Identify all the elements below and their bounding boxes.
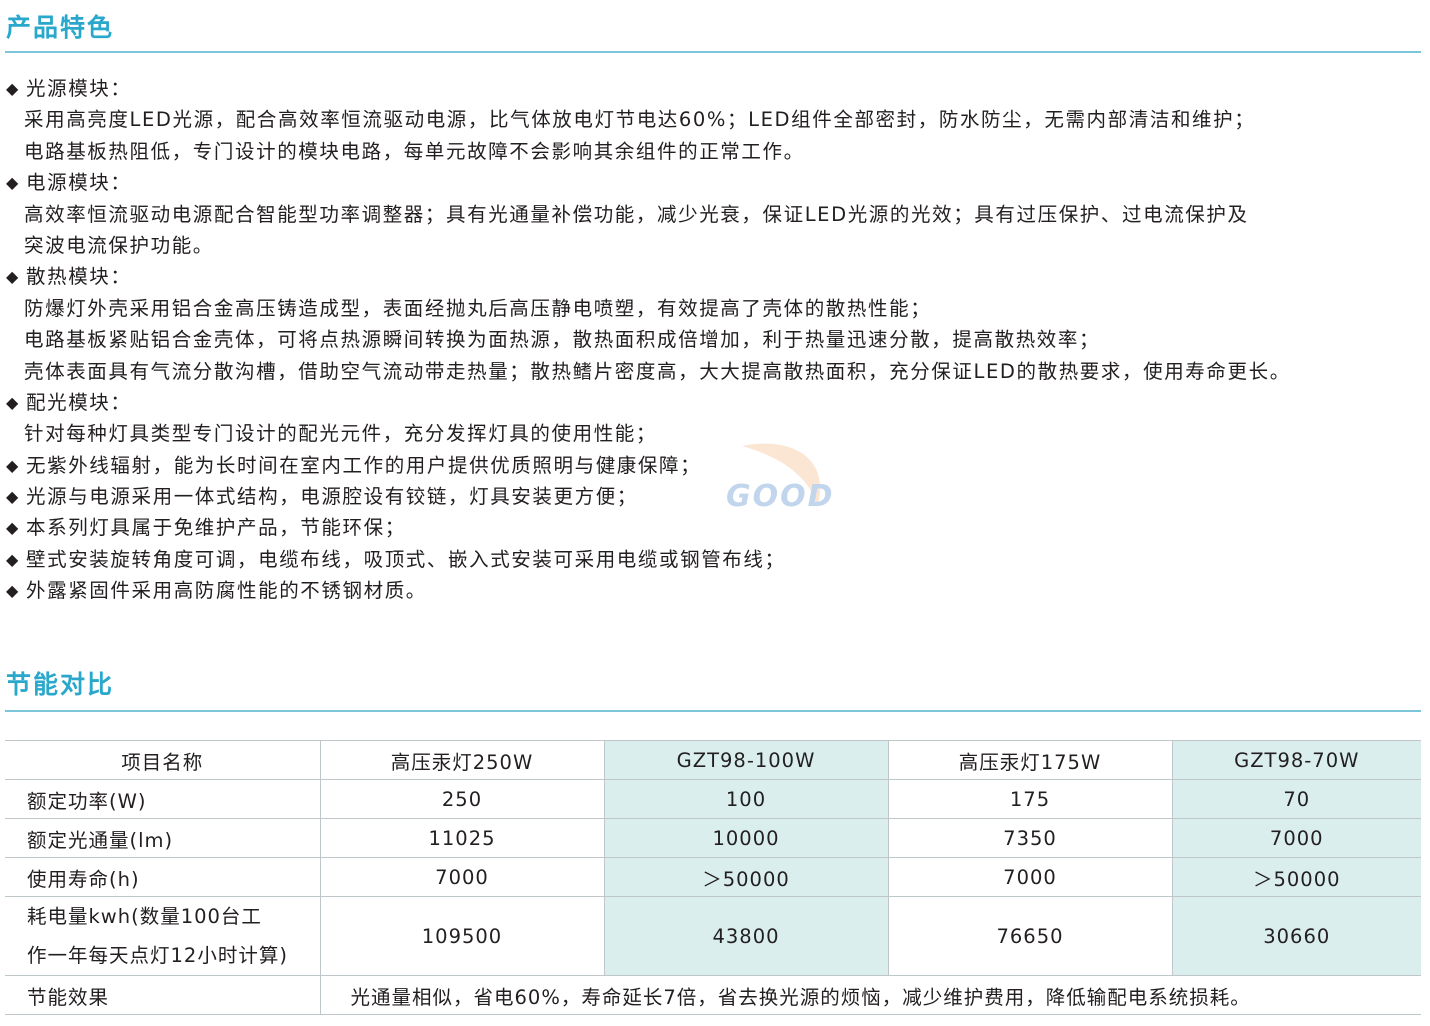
table-cell: 70 (1171, 779, 1421, 819)
feature-text: 针对每种灯具类型专门设计的配光元件，充分发挥灯具的使用性能； (24, 422, 658, 446)
feature-text: 无紫外线辐射，能为长时间在室内工作的用户提供优质照明与健康保障； (26, 453, 702, 477)
header-cell: GZT98-100W (603, 740, 888, 780)
feature-line: 高效率恒流驱动电源配合智能型功率调整器；具有光通量补偿功能，减少光衰，保证LED… (6, 199, 1416, 230)
header-cell: 高压汞灯250W (319, 740, 604, 780)
diamond-bullet-icon: ◆ (6, 581, 20, 601)
row-label: 使用寿命(h) (5, 857, 320, 897)
comparison-table: 项目名称 高压汞灯250W GZT98-100W 高压汞灯175W GZT98-… (5, 740, 1421, 1015)
table-row: 耗电量kwh(数量100台工 作一年每天点灯12小时计算) 109500 438… (5, 896, 1421, 976)
comparison-title: 节能对比 (6, 670, 115, 699)
feature-line: 电路基板热阻低，专门设计的模块电路，每单元故障不会影响其余组件的正常工作。 (6, 136, 1416, 167)
table-cell: 7350 (887, 818, 1172, 858)
feature-line: ◆ 散热模块： (6, 261, 1416, 292)
diamond-bullet-icon: ◆ (6, 79, 20, 98)
feature-text: 电路基板紧贴铝合金壳体，可将点热源瞬间转换为面热源，散热面积成倍增加，利于热量迅… (24, 328, 1101, 352)
table-header-row: 项目名称 高压汞灯250W GZT98-100W 高压汞灯175W GZT98-… (5, 740, 1421, 780)
feature-text: 电路基板热阻低，专门设计的模块电路，每单元故障不会影响其余组件的正常工作。 (24, 139, 805, 163)
feature-text: 电源模块： (26, 171, 132, 195)
feature-line: ◆ 光源模块： (6, 73, 1416, 104)
row-label-line: 耗电量kwh(数量100台工 (27, 905, 262, 928)
feature-line: ◆ 电源模块： (6, 167, 1416, 198)
feature-line: ◆ 本系列灯具属于免维护产品，节能环保； (6, 512, 1416, 543)
feature-text: 壁式安装旋转角度可调，电缆布线，吸顶式、嵌入式安装可采用电缆或钢管布线； (26, 547, 786, 571)
table-cell: 7000 (887, 857, 1172, 897)
feature-line: 采用高亮度LED光源，配合高效率恒流驱动电源，比气体放电灯节电达60%；LED组… (6, 104, 1416, 135)
feature-line: 壳体表面具有气流分散沟槽，借助空气流动带走热量；散热鳍片密度高，大大提高散热面积… (6, 356, 1416, 387)
feature-line: 电路基板紧贴铝合金壳体，可将点热源瞬间转换为面热源，散热面积成倍增加，利于热量迅… (6, 324, 1416, 355)
feature-text: 散热模块： (26, 265, 132, 289)
feature-text: 配光模块： (26, 390, 132, 414)
diamond-bullet-icon: ◆ (6, 487, 20, 507)
feature-text: 防爆灯外壳采用铝合金高压铸造成型，表面经抛丸后高压静电喷塑，有效提高了壳体的散热… (24, 296, 932, 320)
effect-summary: 光通量相似，省电60%，寿命延长7倍，省去换光源的烦恼，减少维护费用，降低输配电… (319, 975, 1421, 1015)
watermark-text: GOOD (726, 479, 835, 514)
comparison-divider (5, 710, 1421, 712)
table-cell: 250 (319, 779, 604, 819)
features-divider (5, 51, 1421, 53)
feature-line: 防爆灯外壳采用铝合金高压铸造成型，表面经抛丸后高压静电喷塑，有效提高了壳体的散热… (6, 293, 1416, 324)
table-row: 额定功率(W) 250 100 175 70 (5, 779, 1421, 819)
row-label: 额定光通量(lm) (5, 818, 320, 858)
table-cell: 109500 (319, 896, 604, 976)
table-cell: 11025 (319, 818, 604, 858)
feature-line: ◆ 外露紧固件采用高防腐性能的不锈钢材质。 (6, 575, 1416, 606)
features-title: 产品特色 (6, 13, 115, 42)
feature-line: ◆ 光源与电源采用一体式结构，电源腔设有铰链，灯具安装更方便； (6, 481, 1416, 512)
feature-line: ◆ 壁式安装旋转角度可调，电缆布线，吸顶式、嵌入式安装可采用电缆或钢管布线； (6, 544, 1416, 575)
table-cell: 175 (887, 779, 1172, 819)
table-cell: ＞50000 (1171, 857, 1421, 897)
table-row: 节能效果 光通量相似，省电60%，寿命延长7倍，省去换光源的烦恼，减少维护费用，… (5, 975, 1421, 1015)
row-label: 耗电量kwh(数量100台工 作一年每天点灯12小时计算) (5, 896, 320, 976)
feature-text: 光源模块： (26, 77, 132, 100)
table-cell: 7000 (1171, 818, 1421, 858)
good-watermark-logo: GOOD (726, 443, 835, 514)
diamond-bullet-icon: ◆ (6, 518, 20, 538)
feature-list: ◆ 光源模块： 采用高亮度LED光源，配合高效率恒流驱动电源，比气体放电灯节电达6… (6, 73, 1416, 607)
row-label: 节能效果 (5, 975, 320, 1015)
diamond-bullet-icon: ◆ (6, 455, 20, 475)
diamond-bullet-icon: ◆ (6, 173, 20, 193)
table-cell: 76650 (887, 896, 1172, 976)
feature-text: 突波电流保护功能。 (24, 233, 214, 257)
table-cell: 30660 (1171, 896, 1421, 976)
diamond-bullet-icon: ◆ (6, 549, 20, 569)
feature-text: 采用高亮度LED光源，配合高效率恒流驱动电源，比气体放电灯节电达60%；LED组… (24, 108, 1256, 132)
table-cell: 7000 (319, 857, 604, 897)
feature-text: 高效率恒流驱动电源配合智能型功率调整器；具有光通量补偿功能，减少光衰，保证LED… (24, 202, 1249, 226)
table-cell: 10000 (603, 818, 888, 858)
feature-line: ◆ 配光模块： (6, 387, 1416, 418)
header-cell: 高压汞灯175W (887, 740, 1172, 780)
table-cell: 43800 (603, 896, 888, 976)
feature-text: 壳体表面具有气流分散沟槽，借助空气流动带走热量；散热鳍片密度高，大大提高散热面积… (24, 359, 1291, 383)
header-cell: GZT98-70W (1171, 740, 1421, 780)
table-row: 使用寿命(h) 7000 ＞50000 7000 ＞50000 (5, 857, 1421, 897)
feature-text: 本系列灯具属于免维护产品，节能环保； (26, 516, 406, 540)
feature-line: 针对每种灯具类型专门设计的配光元件，充分发挥灯具的使用性能； (6, 418, 1416, 449)
table-row: 额定光通量(lm) 11025 10000 7350 7000 (5, 818, 1421, 858)
feature-text: 光源与电源采用一体式结构，电源腔设有铰链，灯具安装更方便； (26, 485, 638, 509)
diamond-bullet-icon: ◆ (6, 392, 20, 412)
diamond-bullet-icon: ◆ (6, 267, 20, 287)
feature-text: 外露紧固件采用高防腐性能的不锈钢材质。 (26, 579, 427, 603)
row-label-line: 作一年每天点灯12小时计算) (27, 944, 288, 967)
header-cell: 项目名称 (5, 740, 320, 780)
row-label: 额定功率(W) (5, 779, 320, 819)
feature-line: 突波电流保护功能。 (6, 230, 1416, 261)
table-cell: 100 (603, 779, 888, 819)
table-cell: ＞50000 (603, 857, 888, 897)
feature-line: ◆ 无紫外线辐射，能为长时间在室内工作的用户提供优质照明与健康保障； (6, 450, 1416, 481)
